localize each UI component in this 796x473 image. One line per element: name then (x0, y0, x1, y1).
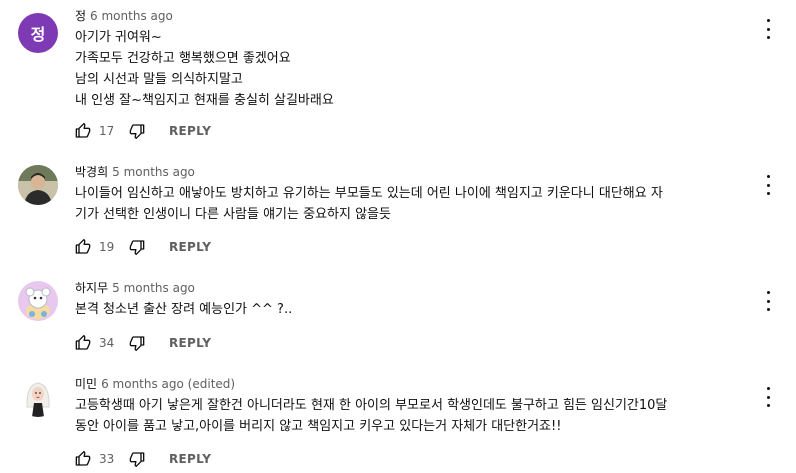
dislike-button[interactable] (129, 239, 145, 255)
thumbs-down-icon (129, 124, 145, 139)
comment-text: 아기가 귀여워~ 가족모두 건강하고 행복했으면 좋겠어요 남의 시선과 말들 … (75, 27, 765, 111)
like-count: 33 (99, 452, 115, 466)
thumbs-down-icon (129, 452, 145, 467)
comment-author[interactable]: 정 (75, 9, 86, 23)
comment-line: 가족모두 건강하고 행복했으면 좋겠어요 (75, 51, 291, 66)
like-button[interactable] (75, 335, 91, 351)
dislike-button[interactable] (129, 123, 145, 139)
comment-header: 미민 6 months ago (edited) (75, 377, 235, 391)
more-vertical-icon[interactable] (762, 19, 774, 39)
dislike-button[interactable] (129, 335, 145, 351)
dislike-button[interactable] (129, 451, 145, 467)
avatar-doll (18, 377, 58, 417)
thumbs-down-icon (129, 240, 145, 255)
comment-line: 아기가 귀여워~ (75, 30, 162, 45)
like-button[interactable] (75, 451, 91, 467)
reply-button[interactable]: REPLY (169, 452, 211, 466)
like-count: 34 (99, 336, 115, 350)
like-button[interactable] (75, 239, 91, 255)
comment-text: 나이들어 임신하고 애낳아도 방치하고 유기하는 부모들도 있는데 어린 나이에… (75, 183, 765, 225)
thumbs-up-icon (75, 335, 91, 350)
thumbs-up-icon (75, 451, 91, 466)
thumbs-up-icon (75, 239, 91, 254)
comment-header: 정 6 months ago (75, 9, 173, 23)
comment-line: 고등학생때 아기 낳은게 잘한건 아니더라도 현재 한 아이의 부모로서 학생인… (75, 398, 668, 413)
comment-author[interactable]: 하지무 (75, 281, 108, 295)
comment-line: 동안 아이를 품고 낳고,아이를 버리지 않고 책임지고 키우고 있다는거 자체… (75, 419, 562, 434)
comment-header: 하지무 5 months ago (75, 281, 195, 295)
comment-time[interactable]: 5 months ago (112, 281, 195, 295)
more-vertical-icon[interactable] (762, 291, 774, 311)
comment-actions: 19 REPLY (75, 239, 211, 255)
reply-button[interactable]: REPLY (169, 336, 211, 350)
more-vertical-icon[interactable] (762, 175, 774, 195)
comment-actions: 34 REPLY (75, 335, 211, 351)
comment-actions: 17 REPLY (75, 123, 211, 139)
reply-button[interactable]: REPLY (169, 124, 211, 138)
thumbs-up-icon (75, 123, 91, 138)
comment-time[interactable]: 6 months ago (edited) (101, 377, 235, 391)
avatar-photo (18, 165, 58, 205)
comment-author[interactable]: 미민 (75, 377, 97, 391)
like-count: 19 (99, 240, 115, 254)
comment-text: 본격 청소년 출산 장려 예능인가 ^^ ?.. (75, 299, 765, 320)
comment-time[interactable]: 6 months ago (90, 9, 173, 23)
comment-line: 본격 청소년 출산 장려 예능인가 ^^ ?.. (75, 302, 293, 317)
more-vertical-icon[interactable] (762, 387, 774, 407)
avatar[interactable] (18, 377, 58, 417)
like-count: 17 (99, 124, 115, 138)
comment-line: 내 인생 잘~책임지고 현재를 충실히 살길바래요 (75, 93, 334, 108)
like-button[interactable] (75, 123, 91, 139)
reply-button[interactable]: REPLY (169, 240, 211, 254)
avatar[interactable]: 정 (18, 13, 58, 53)
avatar-cartoon (18, 281, 58, 321)
avatar[interactable] (18, 165, 58, 205)
comment-line: 남의 시선과 말들 의식하지말고 (75, 72, 243, 87)
comment-line: 나이들어 임신하고 애낳아도 방치하고 유기하는 부모들도 있는데 어린 나이에… (75, 186, 663, 201)
comment-header: 박경희 5 months ago (75, 165, 195, 179)
thumbs-down-icon (129, 336, 145, 351)
comment-author[interactable]: 박경희 (75, 165, 108, 179)
avatar[interactable] (18, 281, 58, 321)
avatar-letter: 정 (30, 25, 46, 44)
comment-time[interactable]: 5 months ago (112, 165, 195, 179)
comment-text: 고등학생때 아기 낳은게 잘한건 아니더라도 현재 한 아이의 부모로서 학생인… (75, 395, 765, 437)
comment-actions: 33 REPLY (75, 451, 211, 467)
comment-line: 기가 선택한 인생이니 다른 사람들 얘기는 중요하지 않을듯 (75, 207, 391, 222)
